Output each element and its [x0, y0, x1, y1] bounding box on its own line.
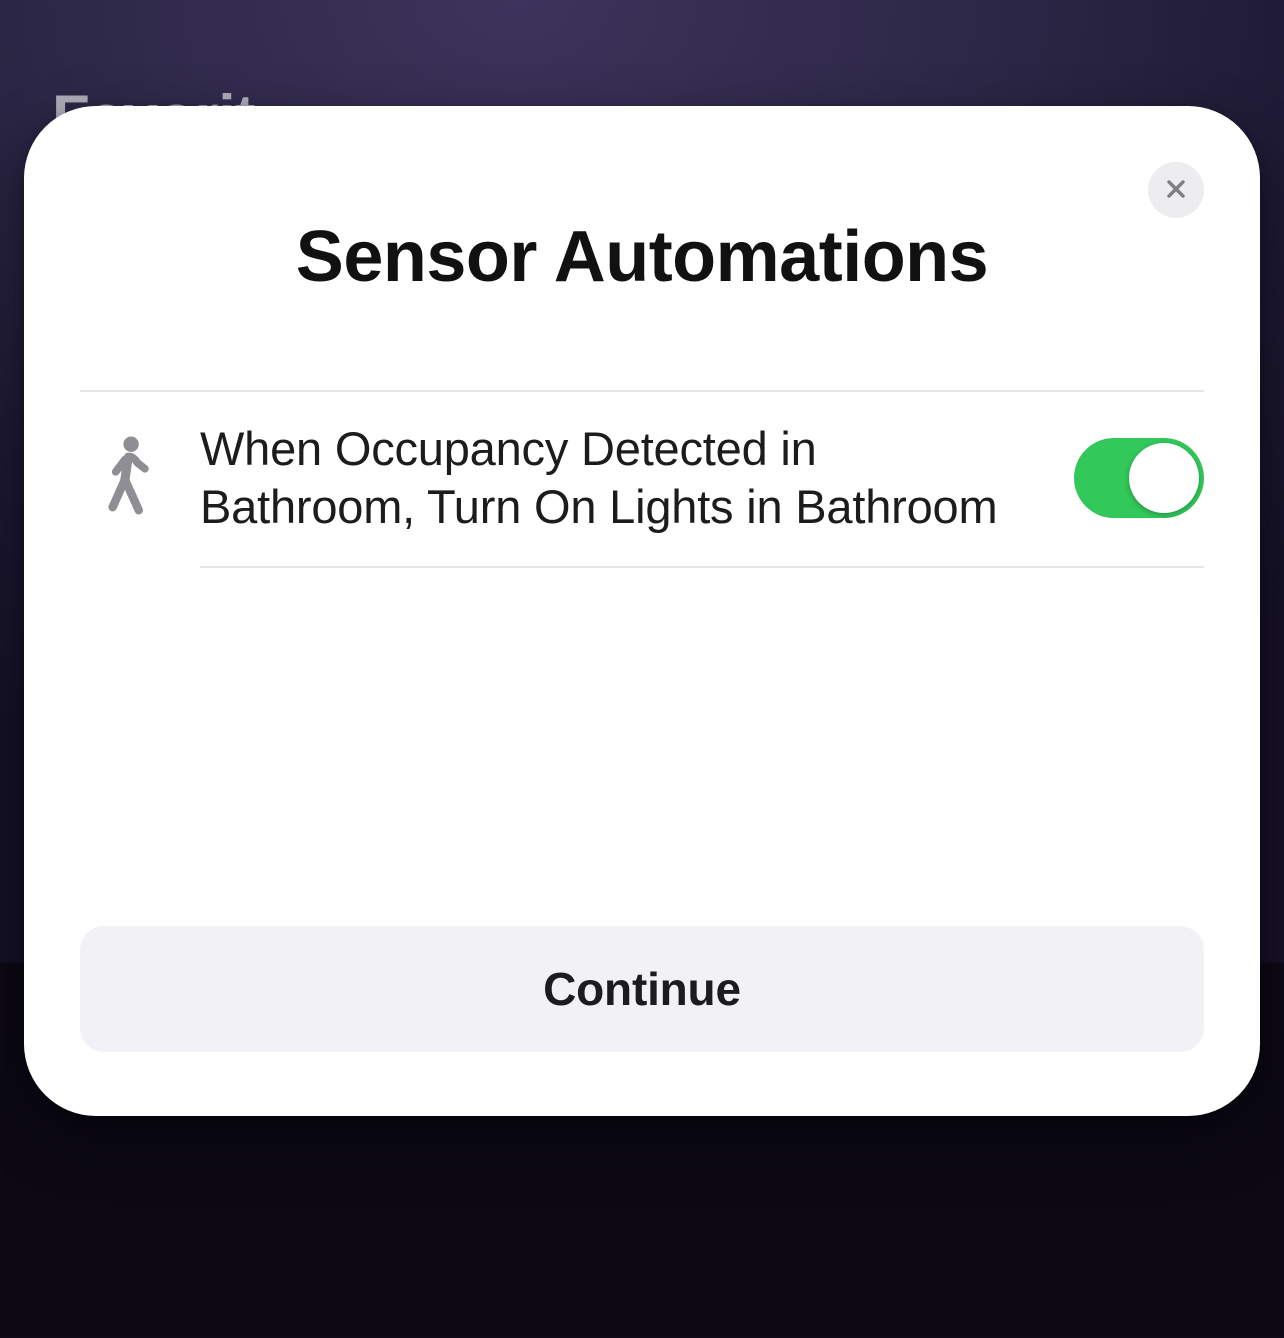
walking-person-icon	[80, 435, 176, 521]
sheet-title: Sensor Automations	[80, 220, 1204, 296]
automation-label: When Occupancy Detected in Bathroom, Tur…	[200, 420, 1034, 537]
continue-button[interactable]: Continue	[80, 926, 1204, 1052]
automation-list: When Occupancy Detected in Bathroom, Tur…	[80, 390, 1204, 569]
row-divider	[200, 566, 1204, 568]
sensor-automations-sheet: Sensor Automations	[24, 106, 1260, 1116]
close-button[interactable]	[1148, 162, 1204, 218]
close-icon	[1164, 177, 1188, 204]
automation-row: When Occupancy Detected in Bathroom, Tur…	[80, 392, 1204, 567]
automation-toggle[interactable]	[1074, 438, 1204, 518]
